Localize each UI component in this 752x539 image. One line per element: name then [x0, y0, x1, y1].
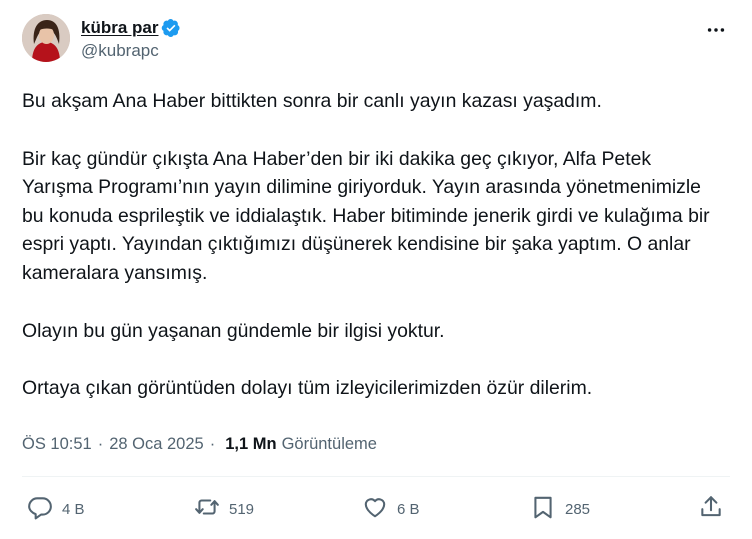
tweet-paragraph: Ortaya çıkan görüntüden dolayı tüm izley… [22, 377, 593, 400]
meta-separator: · [209, 435, 216, 453]
tweet-paragraph: Bu akşam Ana Haber bittikten sonra bir c… [22, 90, 602, 112]
author-names: kübra par @kubrapc [81, 16, 181, 61]
tweet: kübra par @kubrapc Bu akşam Ana Haber bi… [0, 0, 752, 539]
like-icon [362, 494, 388, 524]
tweet-paragraph: Bir kaç gündür çıkışta Ana Haber’den bir… [22, 147, 710, 284]
repost-button[interactable]: 519 [194, 490, 254, 528]
bookmark-icon [530, 494, 556, 524]
handle[interactable]: @kubrapc [81, 41, 181, 61]
views-label: Görüntüleme [281, 435, 377, 453]
reply-icon [27, 494, 53, 524]
divider [22, 476, 730, 477]
tweet-meta: ÖS 10:51 · 28 Oca 2025 · 1,1 Mn Görüntül… [22, 435, 377, 454]
more-icon[interactable] [702, 16, 730, 44]
share-button[interactable] [698, 490, 724, 528]
bookmark-button[interactable]: 285 [530, 490, 590, 528]
like-count: 6 B [397, 500, 420, 518]
tweet-date[interactable]: 28 Oca 2025 [109, 435, 204, 454]
share-icon [698, 494, 724, 524]
tweet-paragraph: Olayın bu gün yaşanan gündemle bir ilgis… [22, 319, 445, 342]
tweet-text: Bu akşam Ana Haber bittikten sonra bir c… [22, 87, 722, 432]
repost-count: 519 [229, 500, 255, 518]
reply-count: 4 B [62, 500, 85, 518]
avatar[interactable] [22, 14, 70, 62]
meta-separator: · [97, 435, 104, 453]
repost-icon [194, 494, 220, 524]
action-bar: 4 B 519 6 B 285 [22, 490, 728, 528]
like-button[interactable]: 6 B [362, 490, 420, 528]
display-name[interactable]: kübra par [81, 18, 158, 38]
verified-badge-icon[interactable] [161, 18, 181, 38]
name-row: kübra par [81, 16, 181, 40]
tweet-header: kübra par @kubrapc [22, 14, 181, 62]
views-count: 1,1 Mn [225, 435, 277, 453]
tweet-time[interactable]: ÖS 10:51 [22, 435, 92, 454]
bookmark-count: 285 [565, 500, 591, 518]
reply-button[interactable]: 4 B [27, 490, 85, 528]
